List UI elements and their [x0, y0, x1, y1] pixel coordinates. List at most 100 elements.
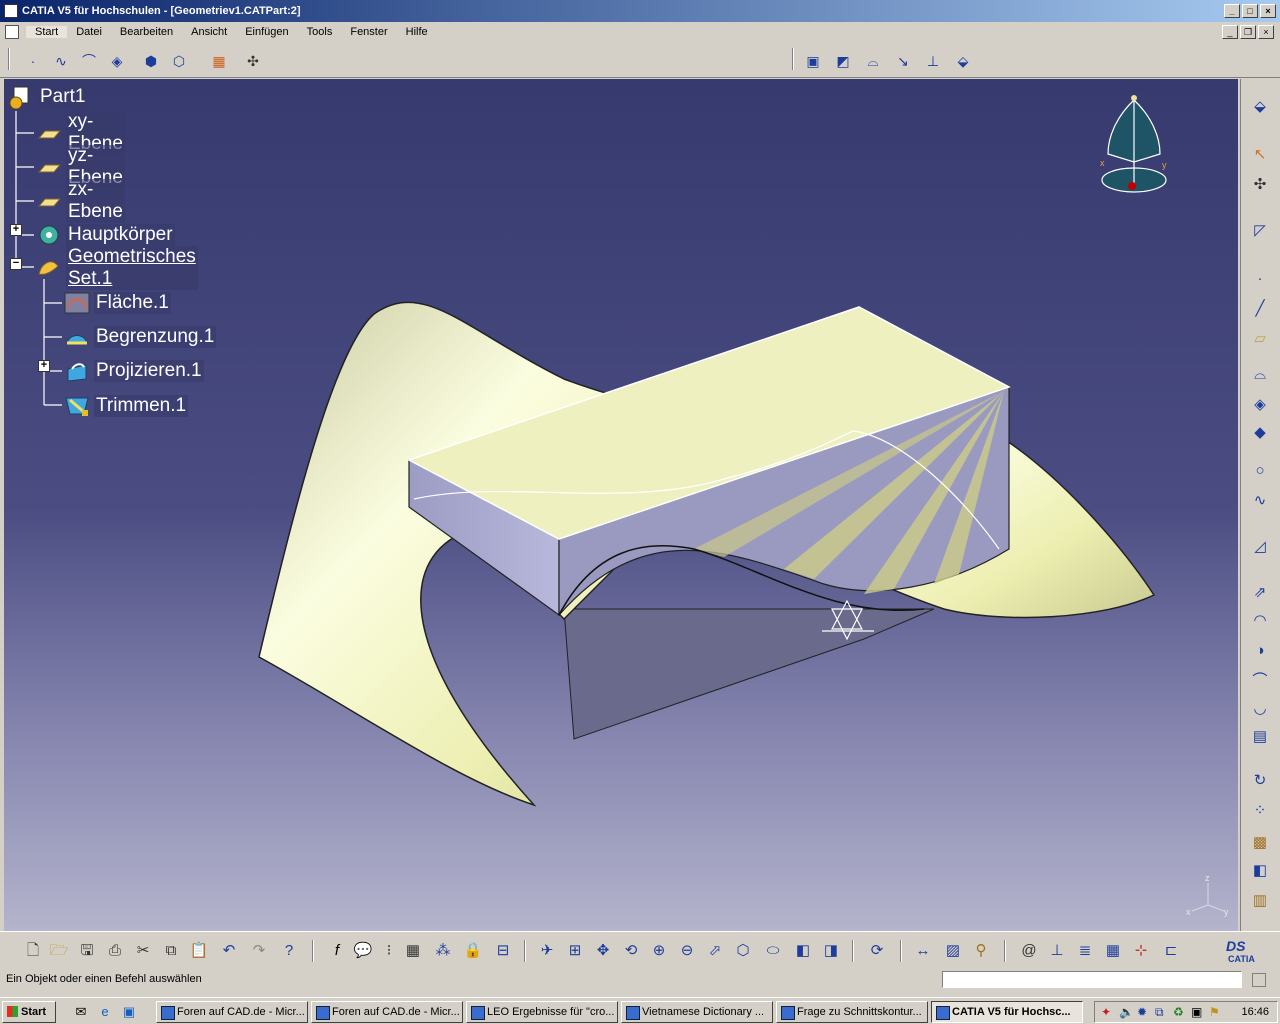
volume-icon[interactable]: 🔈	[1119, 1005, 1134, 1019]
expand-hauptkoerper-button[interactable]: +	[10, 224, 22, 236]
revolve-icon[interactable]: ◠	[1247, 609, 1273, 633]
doc-restore-button[interactable]: ❐	[1240, 25, 1256, 39]
quicklaunch-ie-icon[interactable]: e	[96, 1003, 114, 1021]
minimize-button[interactable]: _	[1224, 4, 1240, 18]
parallel-curve-icon[interactable]: ◆	[1247, 421, 1273, 445]
catalog-icon[interactable]: ▥	[1247, 889, 1273, 913]
grid-view-icon[interactable]: ▦	[1102, 940, 1124, 962]
pocket-icon[interactable]: ⬡	[168, 50, 190, 72]
curve-analysis-icon[interactable]: ◿	[1247, 535, 1273, 559]
feature-icon[interactable]: ⬙	[952, 50, 974, 72]
knowledge-icon[interactable]: ⁝	[378, 940, 400, 962]
snap-icon[interactable]: ✣	[242, 50, 264, 72]
tray-icon-5[interactable]: ⚑	[1209, 1005, 1220, 1019]
save-icon[interactable]: 🖫	[76, 940, 98, 962]
update-icon[interactable]: ⟳	[866, 940, 888, 962]
open-file-icon[interactable]: 🗁	[48, 940, 70, 962]
formula-icon[interactable]: f	[326, 940, 348, 962]
hide-show-icon[interactable]: ◧	[1247, 859, 1273, 883]
table-icon[interactable]: ▦	[402, 940, 424, 962]
task-leo[interactable]: LEO Ergebnisse für "cro...	[466, 1001, 618, 1023]
paste-icon[interactable]: 📋	[188, 940, 210, 962]
pattern-icon[interactable]: ⁘	[1247, 799, 1273, 823]
help-icon[interactable]: ?	[278, 940, 300, 962]
extrude-icon[interactable]: ⇗	[1247, 581, 1273, 605]
measure-icon[interactable]: ↔	[912, 940, 934, 962]
hierarchy-icon[interactable]: ⊏	[1160, 940, 1182, 962]
doc-minimize-button[interactable]: _	[1222, 25, 1238, 39]
undo-icon[interactable]: ↶	[218, 940, 240, 962]
doc-close-button[interactable]: ×	[1258, 25, 1274, 39]
intersection-tool-icon[interactable]: ◈	[1247, 393, 1273, 417]
hide-icon[interactable]: ◧	[792, 940, 814, 962]
task-catia[interactable]: CATIA V5 für Hochsc...	[931, 1001, 1083, 1023]
tree-child-flaeche[interactable]: Fläche.1	[64, 290, 171, 316]
tray-icon-3[interactable]: ♻	[1173, 1005, 1184, 1019]
tree-item-yz-ebene[interactable]: yz-Ebene	[36, 145, 125, 189]
spiral-icon[interactable]: @	[1018, 940, 1040, 962]
insert-icon[interactable]: ▩	[1247, 831, 1273, 855]
catia-app-icon[interactable]	[4, 4, 18, 18]
network-icon[interactable]: ⧉	[1155, 1005, 1164, 1020]
print-icon[interactable]: ⎙	[104, 940, 126, 962]
spline-icon[interactable]: ∿	[50, 50, 72, 72]
curvature-icon[interactable]: ⌓	[862, 50, 884, 72]
offset-icon[interactable]: ⌒	[1247, 669, 1273, 693]
sphere-icon[interactable]: ◑	[1247, 639, 1273, 663]
command-input[interactable]	[942, 971, 1242, 988]
point-tool-icon[interactable]: ·	[1247, 267, 1273, 291]
zoom-out-icon[interactable]: ⊖	[676, 940, 698, 962]
swap-visible-icon[interactable]: ◨	[820, 940, 842, 962]
grid-icon[interactable]: ▦	[208, 50, 230, 72]
menu-ansicht[interactable]: Ansicht	[182, 26, 236, 38]
connect-icon[interactable]: ⊥	[922, 50, 944, 72]
model-geometry[interactable]	[4, 79, 1238, 931]
zoom-in-icon[interactable]: ⊕	[648, 940, 670, 962]
task-frage-schnittskontur[interactable]: Frage zu Schnittskontur...	[776, 1001, 928, 1023]
rotate-icon[interactable]: ⟲	[620, 940, 642, 962]
task-foren-1[interactable]: Foren auf CAD.de - Micr...	[156, 1001, 308, 1023]
fill-tool-icon[interactable]: ▤	[1247, 725, 1273, 749]
expand-projizieren-button[interactable]: +	[38, 360, 50, 372]
snap-point-icon[interactable]: ✣	[1247, 173, 1273, 197]
projection-tool-icon[interactable]: ⌓	[1247, 363, 1273, 387]
measure-item-icon[interactable]: ▨	[942, 940, 964, 962]
views-icon[interactable]: ⬡	[732, 940, 754, 962]
plane-tool-icon[interactable]: ▱	[1247, 327, 1273, 351]
menu-bearbeiten[interactable]: Bearbeiten	[111, 26, 182, 38]
menu-hilfe[interactable]: Hilfe	[397, 26, 437, 38]
fly-mode-icon[interactable]: ✈	[536, 940, 558, 962]
tray-icon-1[interactable]: ✦	[1101, 1005, 1111, 1019]
render-style-icon[interactable]: ⬭	[762, 940, 784, 962]
lock-icon[interactable]: 🔒	[462, 940, 484, 962]
menu-datei[interactable]: Datei	[67, 26, 111, 38]
tray-icon-2[interactable]: ✹	[1137, 1005, 1147, 1019]
axis-system-icon[interactable]: ⊥	[1046, 940, 1068, 962]
tree-item-geometrisches-set[interactable]: Geometrisches Set.1	[36, 246, 198, 290]
fill-icon[interactable]: ◈	[106, 50, 128, 72]
menu-fenster[interactable]: Fenster	[341, 26, 396, 38]
tree-child-projizieren[interactable]: Projizieren.1	[64, 358, 204, 384]
sweep-icon[interactable]: ⌒	[78, 50, 100, 72]
tray-icon-4[interactable]: ▣	[1191, 1005, 1202, 1019]
tree-root-part1[interactable]: Part1	[8, 84, 88, 110]
compass-icon[interactable]: x y	[1094, 94, 1174, 204]
quicklaunch-outlook-icon[interactable]: ✉	[72, 1003, 90, 1021]
links-icon[interactable]: ⁂	[432, 940, 454, 962]
surface-analysis-icon[interactable]: ◩	[832, 50, 854, 72]
shading-icon[interactable]: ▣	[802, 50, 824, 72]
snap-grid-icon[interactable]: ⊹	[1130, 940, 1152, 962]
workbench-icon[interactable]: ⬙	[1247, 95, 1273, 119]
comment-icon[interactable]: 💬	[352, 940, 374, 962]
tree-item-xy-ebene[interactable]: xy-Ebene	[36, 111, 125, 155]
copy-icon[interactable]: ⧉	[160, 940, 182, 962]
cut-icon[interactable]: ✂	[132, 940, 154, 962]
tree-item-hauptkoerper[interactable]: Hauptkörper	[36, 222, 175, 248]
close-button[interactable]: ×	[1260, 4, 1276, 18]
maximize-button[interactable]: □	[1242, 4, 1258, 18]
transform-icon[interactable]: ↻	[1247, 769, 1273, 793]
task-foren-2[interactable]: Foren auf CAD.de - Micr...	[311, 1001, 463, 1023]
new-file-icon[interactable]: 🗋	[22, 940, 44, 962]
normal-view-icon[interactable]: ⬀	[704, 940, 726, 962]
mass-icon[interactable]: ⚲	[970, 940, 992, 962]
